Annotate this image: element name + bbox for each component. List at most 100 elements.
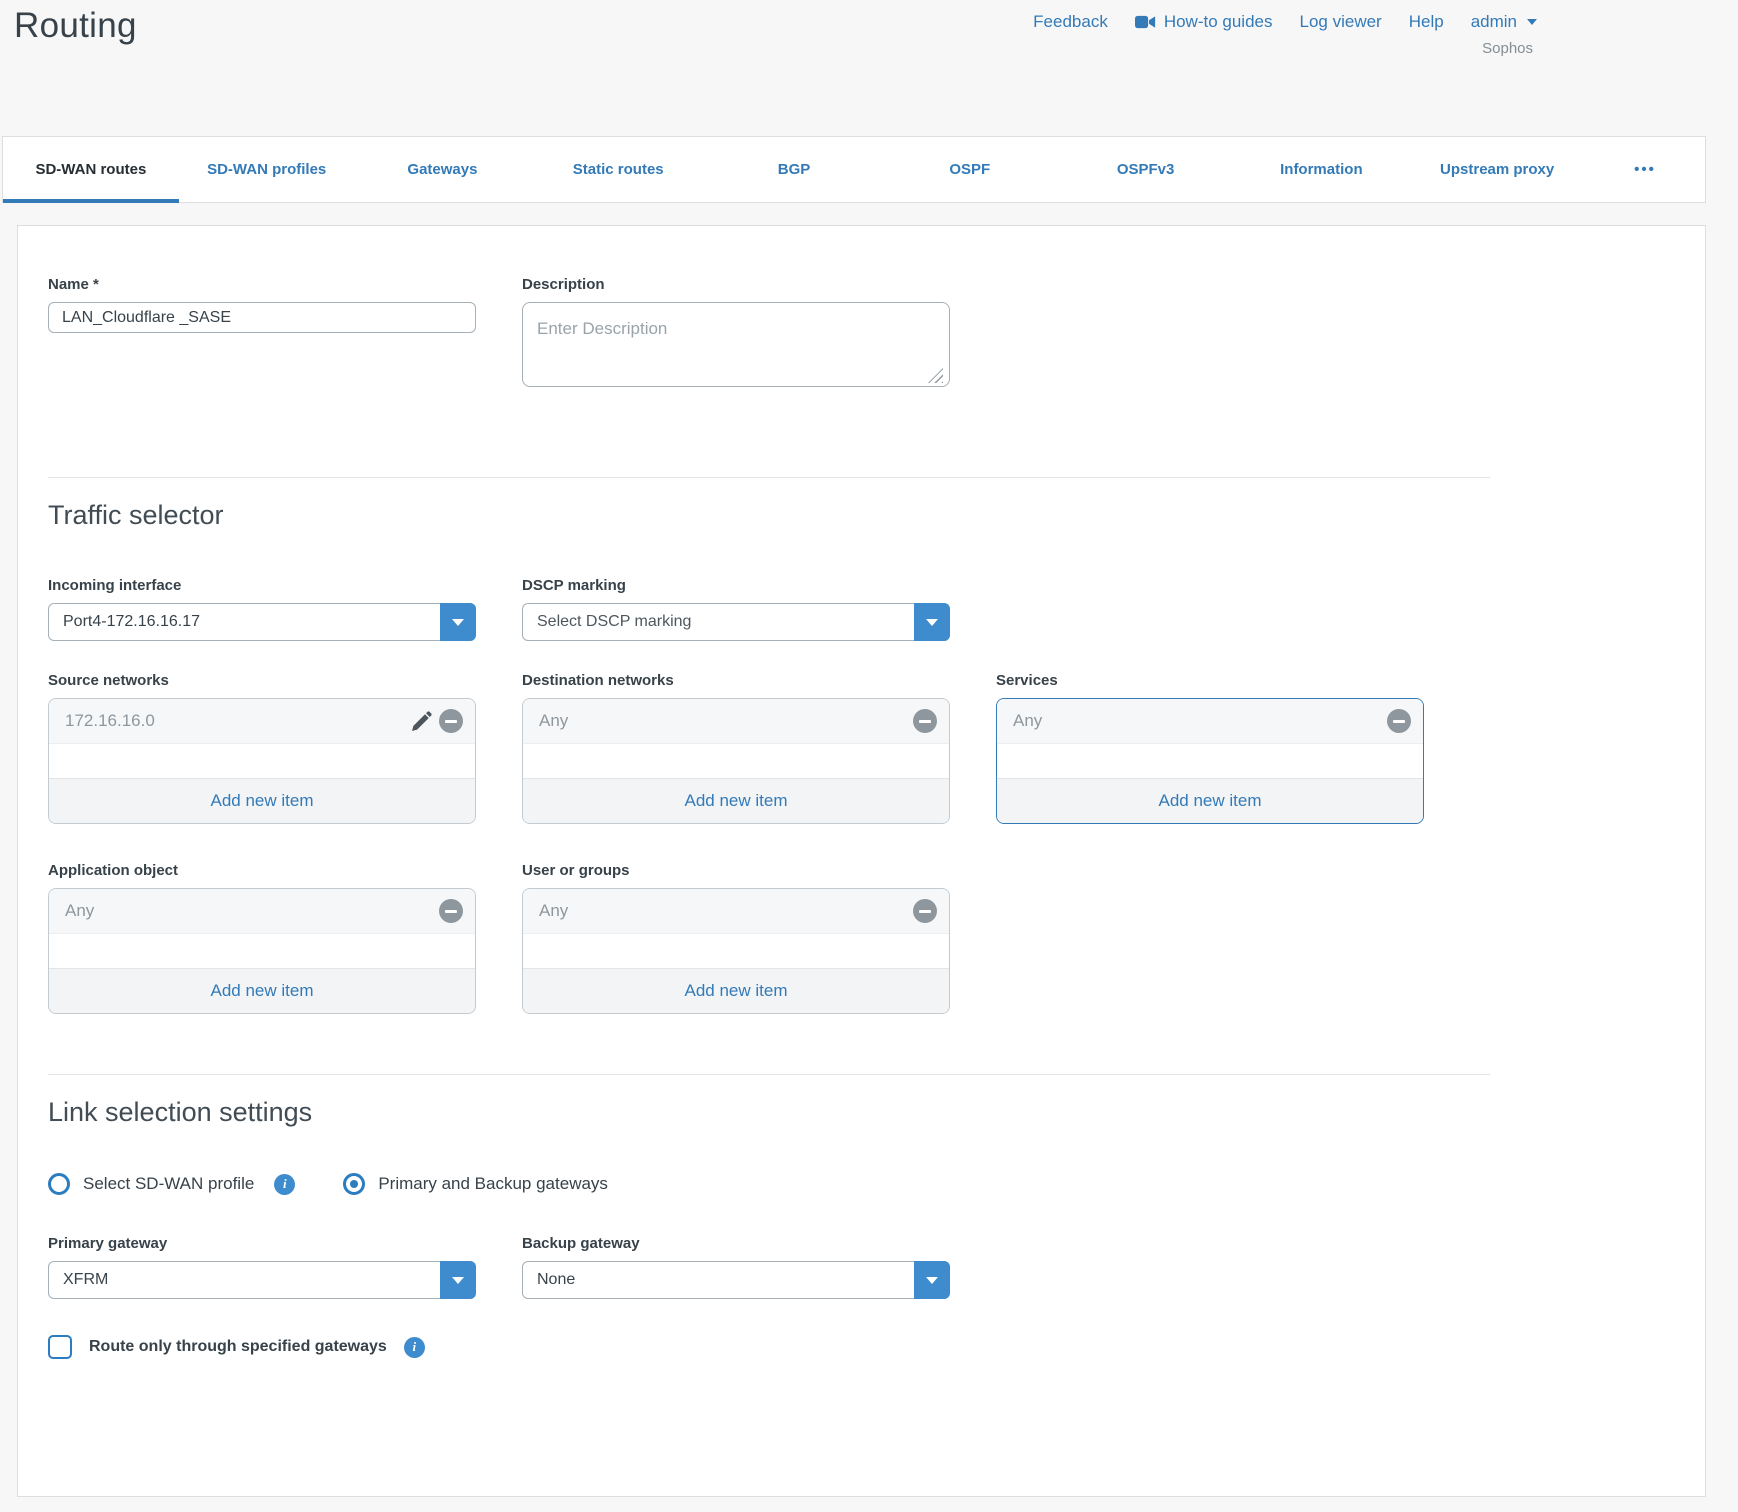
remove-item-icon[interactable] [913, 709, 937, 733]
link-selection-heading: Link selection settings [48, 1097, 1490, 1128]
help-label: Help [1409, 12, 1444, 32]
tab-ospf[interactable]: OSPF [882, 137, 1058, 202]
dscp-marking-select[interactable]: Select DSCP marking [522, 603, 950, 641]
tab-overflow-menu[interactable]: ••• [1585, 137, 1705, 202]
source-networks-box: 172.16.16.0 Add new item [48, 698, 476, 824]
dropdown-arrow-icon [452, 619, 464, 626]
radio-primary-backup-gateways[interactable]: Primary and Backup gateways [343, 1173, 608, 1195]
howto-guides-link[interactable]: How-to guides [1135, 12, 1273, 32]
help-link[interactable]: Help [1409, 12, 1444, 32]
destination-networks-label: Destination networks [522, 672, 950, 689]
tab-bgp[interactable]: BGP [706, 137, 882, 202]
user-or-groups-box: Any Add new item [522, 888, 950, 1014]
incoming-interface-value: Port4-172.16.16.17 [63, 604, 433, 640]
description-label: Description [522, 276, 950, 293]
user-or-groups-add-button[interactable]: Add new item [523, 968, 949, 1013]
list-empty-area [997, 744, 1423, 778]
source-networks-add-button[interactable]: Add new item [49, 778, 475, 823]
tab-static-routes[interactable]: Static routes [530, 137, 706, 202]
feedback-link[interactable]: Feedback [1033, 12, 1108, 32]
traffic-selector-heading: Traffic selector [48, 500, 1490, 531]
application-object-box: Any Add new item [48, 888, 476, 1014]
incoming-interface-dropdown-button[interactable] [440, 603, 476, 641]
list-item-value: 172.16.16.0 [65, 711, 412, 731]
list-item: 172.16.16.0 [49, 699, 475, 744]
list-item: Any [997, 699, 1423, 744]
tab-ospfv3[interactable]: OSPFv3 [1058, 137, 1234, 202]
tab-sd-wan-routes[interactable]: SD-WAN routes [3, 137, 179, 202]
incoming-interface-select[interactable]: Port4-172.16.16.17 [48, 603, 476, 641]
caret-down-icon [1527, 19, 1537, 25]
radio-button-icon[interactable] [343, 1173, 365, 1195]
radio-label: Select SD-WAN profile [83, 1174, 254, 1194]
remove-item-icon[interactable] [439, 899, 463, 923]
backup-gateway-select[interactable]: None [522, 1261, 950, 1299]
application-object-label: Application object [48, 862, 476, 879]
dropdown-arrow-icon [926, 619, 938, 626]
log-viewer-label: Log viewer [1300, 12, 1382, 32]
primary-gateway-dropdown-button[interactable] [440, 1261, 476, 1299]
services-add-button[interactable]: Add new item [997, 778, 1423, 823]
list-item-value: Any [539, 711, 913, 731]
tab-gateways[interactable]: Gateways [355, 137, 531, 202]
info-icon[interactable]: i [404, 1337, 425, 1358]
dscp-marking-label: DSCP marking [522, 577, 950, 594]
remove-item-icon[interactable] [913, 899, 937, 923]
remove-item-icon[interactable] [439, 709, 463, 733]
destination-networks-add-button[interactable]: Add new item [523, 778, 949, 823]
name-input[interactable] [48, 302, 476, 333]
services-box: Any Add new item [996, 698, 1424, 824]
destination-networks-box: Any Add new item [522, 698, 950, 824]
dscp-marking-value: Select DSCP marking [537, 604, 907, 640]
section-divider [48, 1074, 1490, 1075]
radio-button-icon[interactable] [48, 1173, 70, 1195]
primary-gateway-value: XFRM [63, 1262, 433, 1298]
list-item-value: Any [1013, 711, 1387, 731]
route-only-checkbox[interactable] [48, 1335, 72, 1359]
feedback-link-label: Feedback [1033, 12, 1108, 32]
incoming-interface-label: Incoming interface [48, 577, 476, 594]
list-item-value: Any [65, 901, 439, 921]
services-label: Services [996, 672, 1424, 689]
primary-gateway-label: Primary gateway [48, 1235, 476, 1252]
section-divider [48, 477, 1490, 478]
radio-select-sdwan-profile[interactable]: Select SD-WAN profile [48, 1173, 254, 1195]
source-networks-label: Source networks [48, 672, 476, 689]
list-empty-area [49, 934, 475, 968]
route-only-checkbox-label: Route only through specified gateways [89, 1338, 387, 1356]
admin-menu-label: admin [1471, 12, 1517, 32]
application-object-add-button[interactable]: Add new item [49, 968, 475, 1013]
tab-information[interactable]: Information [1233, 137, 1409, 202]
list-item: Any [49, 889, 475, 934]
video-camera-icon [1135, 15, 1156, 29]
tab-sd-wan-profiles[interactable]: SD-WAN profiles [179, 137, 355, 202]
backup-gateway-dropdown-button[interactable] [914, 1261, 950, 1299]
routing-tab-bar: SD-WAN routes SD-WAN profiles Gateways S… [2, 136, 1706, 203]
list-empty-area [523, 744, 949, 778]
radio-label: Primary and Backup gateways [378, 1174, 608, 1194]
list-item-value: Any [539, 901, 913, 921]
list-item: Any [523, 889, 949, 934]
brand-text: Sophos [1482, 40, 1533, 57]
dscp-marking-dropdown-button[interactable] [914, 603, 950, 641]
description-textarea[interactable] [522, 302, 950, 387]
primary-gateway-select[interactable]: XFRM [48, 1261, 476, 1299]
list-empty-area [523, 934, 949, 968]
list-item: Any [523, 699, 949, 744]
dropdown-arrow-icon [926, 1277, 938, 1284]
tab-upstream-proxy[interactable]: Upstream proxy [1409, 137, 1585, 202]
log-viewer-link[interactable]: Log viewer [1300, 12, 1382, 32]
admin-menu[interactable]: admin [1471, 12, 1537, 32]
page-header: Routing Feedback How-to guides Log viewe… [0, 0, 1738, 136]
sd-wan-route-form-panel: Name * Description Traffic selector Inco… [17, 225, 1706, 1497]
user-or-groups-label: User or groups [522, 862, 950, 879]
info-icon[interactable]: i [274, 1174, 295, 1195]
backup-gateway-value: None [537, 1262, 907, 1298]
remove-item-icon[interactable] [1387, 709, 1411, 733]
top-nav-links: Feedback How-to guides Log viewer Help a… [1033, 12, 1537, 32]
backup-gateway-label: Backup gateway [522, 1235, 950, 1252]
howto-guides-label: How-to guides [1164, 12, 1273, 32]
list-empty-area [49, 744, 475, 778]
dropdown-arrow-icon [452, 1277, 464, 1284]
edit-pencil-icon[interactable] [412, 711, 432, 731]
